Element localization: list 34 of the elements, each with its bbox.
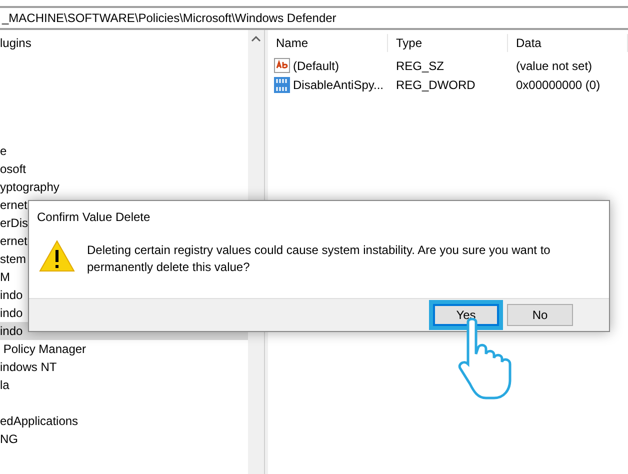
tree-item[interactable]: indows NT (0, 358, 57, 376)
value-type: REG_DWORD (395, 76, 476, 94)
value-name[interactable]: DisableAntiSpy... (293, 76, 384, 94)
tree-item[interactable]: ernet (0, 232, 28, 250)
tree-item[interactable]: stem (0, 250, 26, 268)
tree-item[interactable]: NG (0, 430, 18, 448)
value-data: 0x00000000 (0) (515, 76, 600, 94)
string-value-icon (274, 58, 290, 74)
tree-item[interactable]: Policy Manager (0, 340, 86, 358)
value-name[interactable]: (Default) (293, 56, 340, 74)
tree-item[interactable]: M (0, 268, 10, 286)
tree-item[interactable]: indo (0, 304, 23, 322)
tree-item[interactable]: lugins (0, 34, 32, 52)
tree-item[interactable]: indo (0, 286, 23, 304)
tree-item[interactable]: ernet (0, 196, 28, 214)
dialog-title: Confirm Value Delete (37, 209, 150, 226)
dialog-button[interactable]: No (507, 304, 573, 326)
binary-value-icon (274, 76, 290, 92)
tree-item[interactable]: e (0, 142, 7, 160)
address-bar[interactable]: _MACHINE\SOFTWARE\Policies\Microsoft\Windows Defender (0, 6, 628, 30)
column-header[interactable]: Name (268, 34, 388, 52)
tree-item[interactable]: erDis (0, 214, 28, 232)
scroll-up-icon[interactable] (251, 36, 262, 42)
column-header[interactable]: Type (388, 34, 508, 52)
value-type: REG_SZ (395, 58, 446, 74)
tree-item[interactable]: indo (0, 322, 23, 340)
dialog-message: Deleting certain registry values could cause system instability. Are you sure you want to permanently delete this value? (87, 242, 552, 276)
tree-item[interactable]: yptography (0, 178, 60, 196)
tree-item[interactable]: la (0, 376, 10, 394)
warning-icon (39, 240, 75, 272)
value-data: (value not set) (515, 58, 592, 74)
tree-item[interactable]: edApplications (0, 412, 78, 430)
column-header[interactable]: Data (508, 34, 628, 52)
tree-item[interactable]: osoft (0, 160, 26, 178)
